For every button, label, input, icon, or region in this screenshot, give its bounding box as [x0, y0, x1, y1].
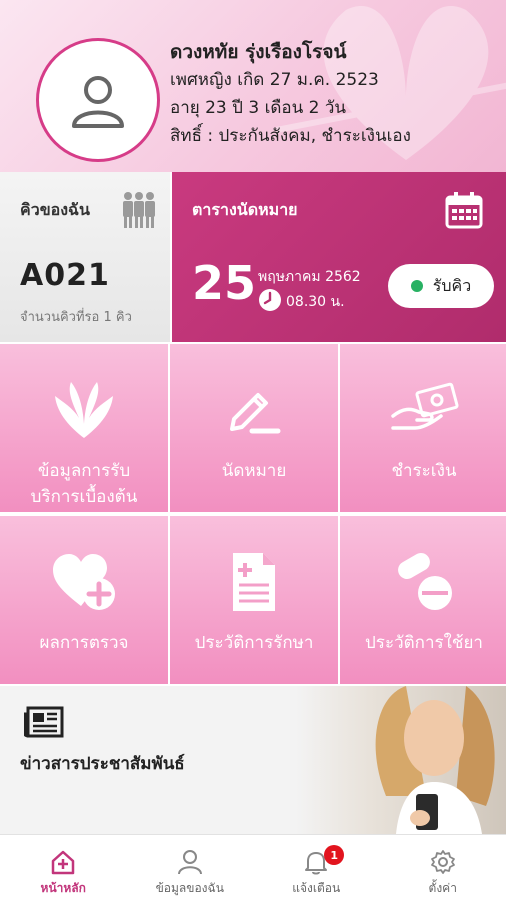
heart-plus-icon: [53, 554, 115, 610]
user-icon: [72, 76, 124, 128]
news-label: ข่าวสารประชาสัมพันธ์: [20, 754, 185, 774]
user-icon: [177, 850, 202, 875]
appointment-time: 08.30 น.: [286, 294, 345, 310]
menu-label-line-1: ข้อมูลการรับ: [37, 461, 131, 481]
profile-gender-birth: เพศหญิง เกิด 27 ม.ค. 2523: [170, 70, 379, 90]
medical-document-icon: [233, 553, 275, 611]
nav-settings-label: ตั้งค่า: [428, 881, 457, 895]
profile-info: ดวงหทัย รุ่งเรืองโรจน์ เพศหญิง เกิด 27 ม…: [170, 38, 411, 150]
calendar-icon: [445, 192, 483, 229]
menu-label: ประวัติการใช้ยา: [365, 633, 483, 653]
my-queue-card[interactable]: คิวของฉัน A021 จำนวนคิวที่รอ 1 คิว: [0, 172, 170, 342]
appointment-title: ตารางนัดหมาย: [192, 200, 298, 219]
queue-number: A021: [20, 258, 110, 293]
news-banner[interactable]: ข่าวสารประชาสัมพันธ์: [0, 686, 506, 834]
appointment-month-year: พฤษภาคม 2562: [258, 269, 361, 285]
menu-treatment-history[interactable]: ประวัติการรักษา: [170, 516, 338, 684]
menu-examination-results[interactable]: ผลการตรวจ: [0, 516, 168, 684]
status-dot-icon: [410, 280, 423, 292]
menu-label: ชำระเงิน: [391, 461, 457, 481]
home-icon: [52, 850, 75, 875]
nav-my-info-label: ข้อมูลของฉัน: [155, 881, 224, 895]
clock-icon: [259, 289, 281, 311]
menu-appointment[interactable]: นัดหมาย: [170, 344, 338, 512]
bottom-navigation: หน้าหลัก ข้อมูลของฉัน 1 แจ้งเตือน ตั้งค่…: [0, 834, 506, 900]
nav-home[interactable]: หน้าหลัก: [0, 835, 127, 900]
profile-name: ดวงหทัย รุ่งเรืองโรจน์: [170, 41, 347, 63]
hand-money-icon: [391, 382, 459, 430]
newspaper-icon: [24, 706, 64, 738]
get-queue-button[interactable]: รับคิว: [388, 264, 494, 308]
butterfly-logo-icon: [55, 382, 113, 438]
queue-waiting-count: จำนวนคิวที่รอ 1 คิว: [20, 310, 132, 325]
notification-count-badge: 1: [324, 845, 345, 865]
nav-my-info[interactable]: ข้อมูลของฉัน: [127, 835, 254, 900]
menu-label: นัดหมาย: [221, 461, 287, 481]
pencil-icon: [230, 393, 281, 434]
profile-age: อายุ 23 ปี 3 เดือน 2 วัน: [170, 98, 347, 118]
queue-title: คิวของฉัน: [20, 200, 90, 219]
nav-notifications-label: แจ้งเตือน: [292, 881, 341, 895]
menu-label: ผลการตรวจ: [39, 633, 129, 653]
nav-notifications[interactable]: 1 แจ้งเตือน: [253, 835, 380, 900]
people-queue-icon: [123, 192, 155, 228]
gear-icon: [430, 850, 455, 874]
get-queue-label: รับคิว: [432, 275, 472, 295]
menu-medication-history[interactable]: ประวัติการใช้ยา: [340, 516, 506, 684]
avatar[interactable]: [36, 38, 160, 162]
news-photo-image: [296, 686, 506, 834]
nav-settings[interactable]: ตั้งค่า: [380, 835, 506, 900]
menu-payment[interactable]: ชำระเงิน: [340, 344, 506, 512]
profile-rights: สิทธิ์ : ประกันสังคม, ชำระเงินเอง: [170, 126, 411, 146]
menu-grid: ข้อมูลการรับ บริการเบื้องต้น นัดหมาย ชำร…: [0, 344, 506, 684]
profile-header: ดวงหทัย รุ่งเรืองโรจน์ เพศหญิง เกิด 27 ม…: [0, 0, 506, 172]
pills-icon: [398, 553, 452, 610]
appointment-card[interactable]: ตารางนัดหมาย 25 พฤษภาคม 2562 08.30 น. รั…: [172, 172, 506, 342]
menu-basic-service-info[interactable]: ข้อมูลการรับ บริการเบื้องต้น: [0, 344, 168, 512]
menu-label-line-2: บริการเบื้องต้น: [30, 487, 138, 507]
menu-label: ประวัติการรักษา: [194, 633, 314, 653]
appointment-day: 25: [192, 256, 257, 310]
nav-home-label: หน้าหลัก: [40, 881, 86, 895]
